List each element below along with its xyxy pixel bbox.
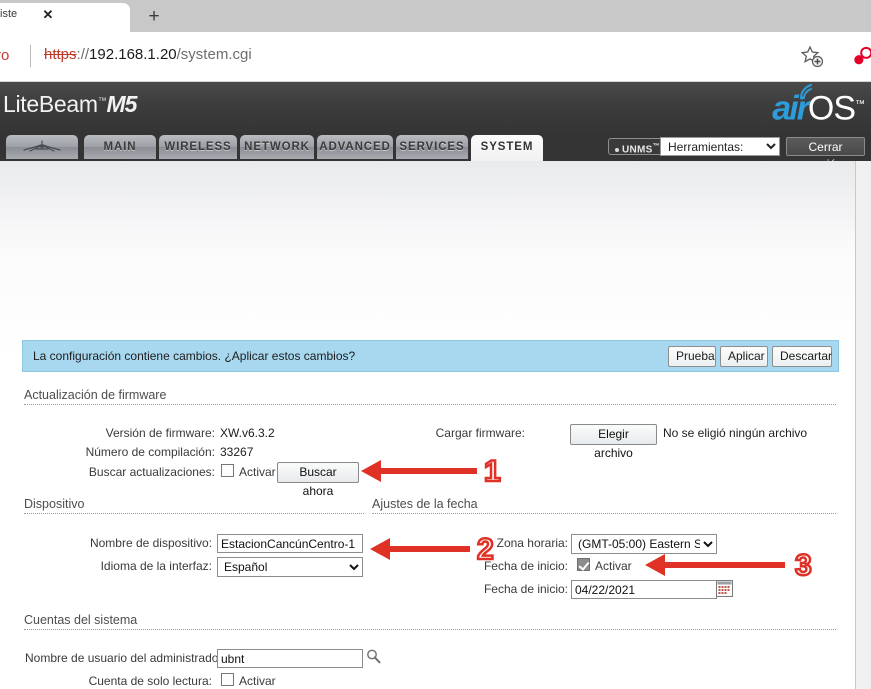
unms-badge-tm: ™ xyxy=(653,143,660,150)
upload-firmware-label: Cargar firmware: xyxy=(400,426,525,440)
product-model: M5 xyxy=(106,91,136,117)
interface-language-select[interactable]: Español xyxy=(217,557,363,577)
apply-button[interactable]: Aplicar xyxy=(720,346,768,367)
new-tab-icon[interactable]: + xyxy=(143,6,165,28)
check-updates-label: Buscar actualizaciones: xyxy=(70,465,215,479)
logout-button[interactable]: Cerrar sesión xyxy=(786,137,865,156)
annotation-1-line xyxy=(381,468,477,474)
firmware-section-rule xyxy=(24,404,836,405)
unms-badge[interactable]: UNMS™ xyxy=(608,138,667,155)
airos-logo-tm: ™ xyxy=(855,99,865,110)
urlbar-divider xyxy=(30,45,31,67)
airos-logo: airOS™ xyxy=(772,88,865,125)
vertical-scrollbar[interactable] xyxy=(856,161,871,689)
timezone-label: Zona horaria: xyxy=(440,536,568,550)
device-section-heading: Dispositivo xyxy=(24,497,84,511)
check-updates-activate-label: Activar xyxy=(239,465,276,479)
main-navbar: MAIN WIRELESS NETWORK ADVANCED SERVICES … xyxy=(0,135,871,161)
choose-file-button[interactable]: Elegir archivo xyxy=(570,424,657,445)
tab-services[interactable]: SERVICES xyxy=(396,135,468,159)
admin-username-label: Nombre de usuario del administrador: xyxy=(25,651,215,665)
browser-chrome: iste ✕ + ro https://192.168.1.20/system.… xyxy=(0,0,871,82)
airos-header: LiteBeam™M5 airOS™ xyxy=(0,82,871,135)
check-now-button[interactable]: Buscar ahora xyxy=(277,462,359,483)
firmware-build-value: 33267 xyxy=(220,445,253,459)
readonly-account-label: Cuenta de solo lectura: xyxy=(80,674,212,688)
annotation-1-number: 1 xyxy=(484,457,501,487)
tab-advanced-label: ADVANCED xyxy=(319,141,391,153)
tab-network[interactable]: NETWORK xyxy=(240,135,314,159)
key-icon[interactable] xyxy=(366,649,382,665)
device-name-input[interactable] xyxy=(217,534,363,553)
annotation-3-arrowhead xyxy=(645,554,665,576)
star-plus-icon[interactable] xyxy=(800,45,824,69)
airos-logo-air: air xyxy=(772,89,808,127)
site-identity-label: ro xyxy=(0,47,9,64)
unms-badge-label: UNMS xyxy=(622,144,653,155)
startup-date-activate-label: Activar xyxy=(595,559,632,573)
accounts-section-rule xyxy=(24,629,836,630)
device-name-label: Nombre de dispositivo: xyxy=(80,536,212,550)
notice-message: La configuración contiene cambios. ¿Apli… xyxy=(33,349,355,363)
sidebar-item-ubnt-logo[interactable] xyxy=(6,135,78,159)
accounts-section-heading: Cuentas del sistema xyxy=(24,613,137,627)
tools-select[interactable]: Herramientas: xyxy=(660,137,780,156)
tab-main[interactable]: MAIN xyxy=(84,135,156,159)
annotation-2-arrowhead xyxy=(370,538,390,560)
content-frame xyxy=(0,161,856,689)
browser-urlbar[interactable]: ro https://192.168.1.20/system.cgi xyxy=(0,32,871,82)
startup-date-toggle-label: Fecha de inicio: xyxy=(440,559,568,573)
tab-wireless[interactable]: WIRELESS xyxy=(159,135,237,159)
url-text[interactable]: https://192.168.1.20/system.cgi xyxy=(44,46,252,63)
browser-tabstrip: iste ✕ + xyxy=(0,0,871,32)
test-button[interactable]: Prueba xyxy=(668,346,716,367)
ubiquiti-logo-icon xyxy=(20,140,64,154)
tab-advanced[interactable]: ADVANCED xyxy=(317,135,393,159)
readonly-account-checkbox[interactable] xyxy=(221,673,234,686)
firmware-version-value: XW.v6.3.2 xyxy=(220,426,275,440)
check-updates-checkbox[interactable] xyxy=(221,464,234,477)
no-file-chosen-text: No se eligió ningún archivo xyxy=(663,426,807,440)
key-icon[interactable] xyxy=(852,46,871,68)
tab-network-label: NETWORK xyxy=(244,141,310,153)
airos-logo-os: OS xyxy=(808,89,855,127)
browser-tab-title: iste xyxy=(0,8,36,20)
discard-button[interactable]: Descartar xyxy=(772,346,832,367)
firmware-version-label: Versión de firmware: xyxy=(70,426,215,440)
startup-date-field-label: Fecha de inicio: xyxy=(440,582,568,596)
annotation-3-number: 3 xyxy=(795,551,812,581)
tab-main-label: MAIN xyxy=(104,141,137,153)
tab-services-label: SERVICES xyxy=(399,141,464,153)
timezone-select[interactable]: (GMT-05:00) Eastern Sta xyxy=(571,534,717,554)
calendar-icon[interactable] xyxy=(716,580,733,597)
firmware-build-label: Número de compilación: xyxy=(70,445,215,459)
page-body: La configuración contiene cambios. ¿Apli… xyxy=(0,161,871,689)
tab-system[interactable]: SYSTEM xyxy=(471,135,543,161)
startup-date-input[interactable] xyxy=(571,580,717,599)
interface-language-label: Idioma de la interfaz: xyxy=(80,559,212,573)
url-scheme: https xyxy=(44,46,77,63)
close-icon[interactable]: ✕ xyxy=(40,7,56,23)
date-section-rule xyxy=(372,513,836,514)
product-name: LiteBeam™M5 xyxy=(3,91,136,118)
url-rest: ://192.168.1.20/system.cgi xyxy=(77,46,252,63)
tab-wireless-label: WIRELESS xyxy=(164,141,231,153)
startup-date-checkbox[interactable] xyxy=(577,558,590,571)
annotation-1-arrowhead xyxy=(361,460,381,482)
annotation-3-line xyxy=(665,562,785,568)
date-section-heading: Ajustes de la fecha xyxy=(372,497,478,511)
firmware-section-heading: Actualización de firmware xyxy=(24,388,166,402)
admin-username-input[interactable] xyxy=(217,649,363,668)
device-section-rule xyxy=(24,513,364,514)
product-name-text: LiteBeam xyxy=(3,91,98,117)
unms-status-dot xyxy=(615,148,619,152)
config-changes-notice: La configuración contiene cambios. ¿Apli… xyxy=(22,340,839,372)
readonly-account-activate-label: Activar xyxy=(239,674,276,688)
tab-system-label: SYSTEM xyxy=(481,141,534,153)
url-host: 192.168.1.20 xyxy=(89,46,177,63)
